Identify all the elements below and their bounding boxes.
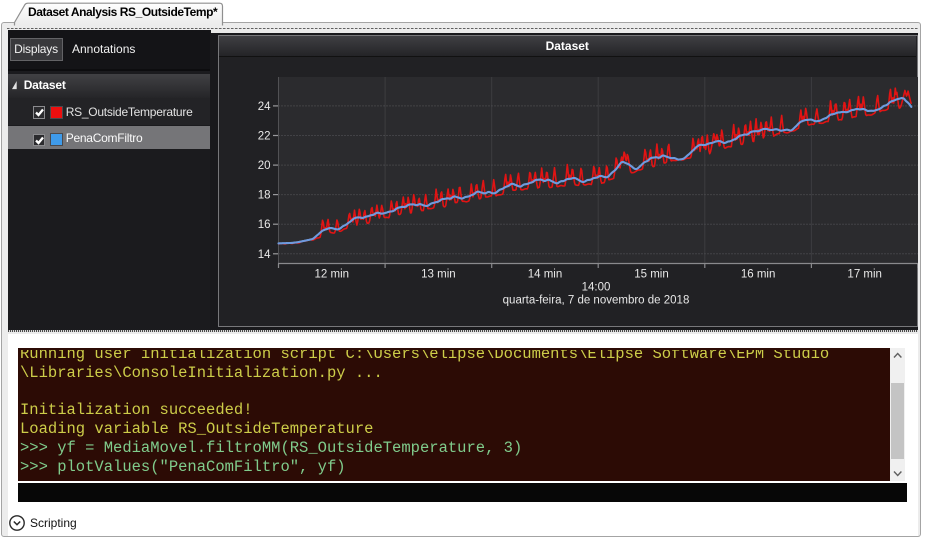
- svg-text:18: 18: [257, 190, 270, 202]
- svg-text:15 min: 15 min: [634, 269, 669, 281]
- svg-text:16 min: 16 min: [740, 269, 775, 281]
- svg-text:14: 14: [257, 249, 270, 261]
- svg-text:24: 24: [257, 101, 270, 113]
- svg-text:14 min: 14 min: [527, 269, 562, 281]
- svg-text:14:00: 14:00: [581, 282, 610, 294]
- svg-text:20: 20: [257, 160, 270, 172]
- svg-text:quarta-feira, 7 de novembro de: quarta-feira, 7 de novembro de 2018: [502, 295, 689, 307]
- svg-text:22: 22: [257, 131, 270, 143]
- svg-text:16: 16: [257, 219, 270, 231]
- svg-text:12 min: 12 min: [314, 269, 349, 281]
- svg-text:13 min: 13 min: [421, 269, 456, 281]
- svg-text:17 min: 17 min: [847, 269, 882, 281]
